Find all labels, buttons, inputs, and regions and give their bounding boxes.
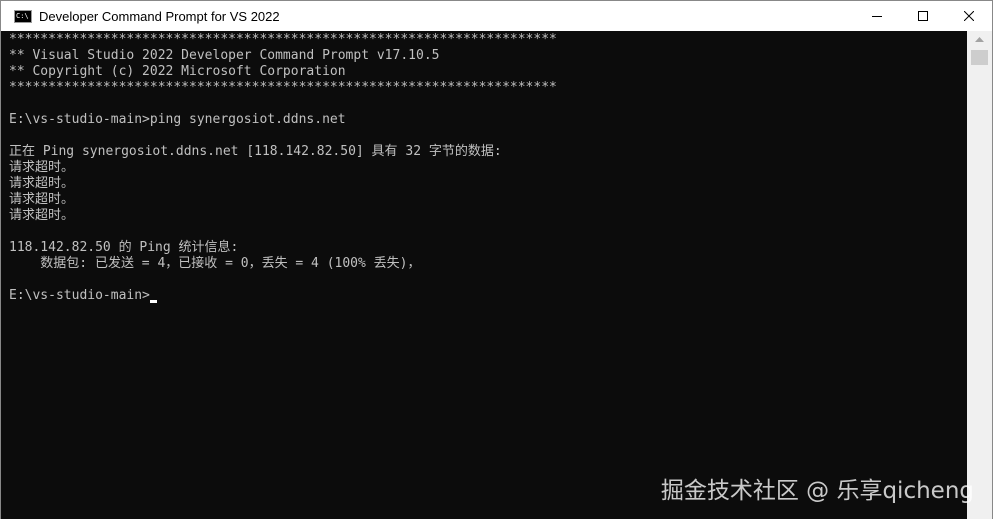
scroll-up-button[interactable]	[967, 31, 992, 48]
title-bar[interactable]: C:\ Developer Command Prompt for VS 2022	[1, 1, 992, 31]
console-line: E:\vs-studio-main>ping synergosiot.ddns.…	[9, 112, 346, 127]
window-controls	[854, 1, 992, 31]
console-line: 请求超时。	[9, 160, 75, 175]
command-prompt: E:\vs-studio-main>	[9, 288, 150, 303]
console-line: 请求超时。	[9, 192, 75, 207]
console-line: 118.142.82.50 的 Ping 统计信息:	[9, 240, 239, 255]
console-line: 数据包: 已发送 = 4，已接收 = 0，丢失 = 4 (100% 丢失)，	[9, 256, 421, 271]
console-output-area[interactable]: ****************************************…	[1, 31, 967, 519]
console-line: 正在 Ping synergosiot.ddns.net [118.142.82…	[9, 144, 502, 159]
text-cursor	[149, 300, 157, 303]
console-line: ****************************************…	[9, 32, 557, 47]
maximize-icon	[918, 11, 928, 21]
console-output: ****************************************…	[9, 32, 557, 304]
console-line: 请求超时。	[9, 176, 75, 191]
console-line: ****************************************…	[9, 80, 557, 95]
window-title: Developer Command Prompt for VS 2022	[39, 8, 280, 24]
console-line: ** Visual Studio 2022 Developer Command …	[9, 48, 440, 63]
minimize-icon	[872, 16, 882, 17]
console-line: ** Copyright (c) 2022 Microsoft Corporat…	[9, 64, 346, 79]
console-line: 请求超时。	[9, 208, 75, 223]
maximize-button[interactable]	[900, 1, 946, 31]
console-window: C:\ Developer Command Prompt for VS 2022	[0, 0, 993, 519]
close-button[interactable]	[946, 1, 992, 31]
console-icon: C:\	[14, 9, 32, 23]
chevron-up-icon	[975, 36, 984, 42]
scroll-thumb[interactable]	[971, 50, 988, 65]
watermark: 掘金技术社区 @ 乐享qicheng	[660, 478, 974, 504]
vertical-scrollbar[interactable]	[967, 31, 992, 519]
close-icon	[964, 11, 974, 21]
minimize-button[interactable]	[854, 1, 900, 31]
prompt-line[interactable]: E:\vs-studio-main>	[9, 288, 557, 304]
